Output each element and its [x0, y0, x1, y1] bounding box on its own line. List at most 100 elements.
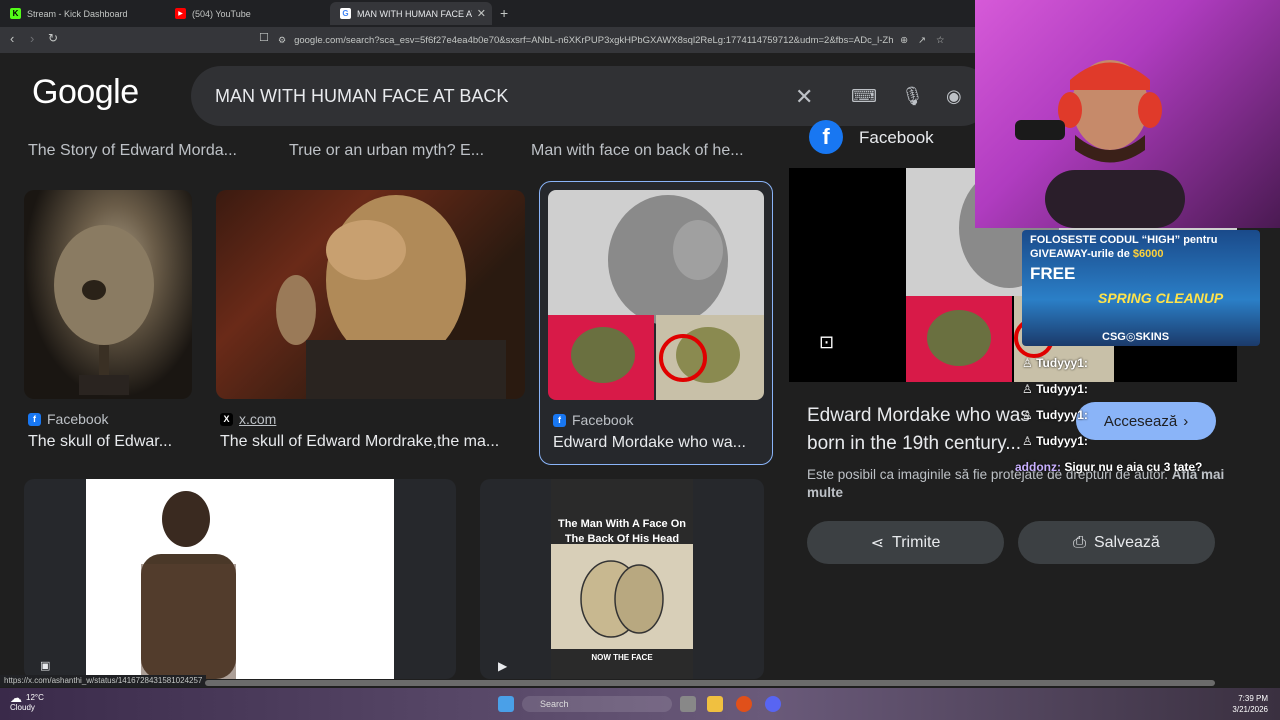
- source-label: Facebook: [47, 411, 109, 427]
- chat-line: ♙ Tudyyy1:: [1022, 408, 1088, 422]
- cartoon-head-illustration: [580, 560, 664, 638]
- file-explorer-icon[interactable]: [707, 696, 723, 712]
- figure-illustration: [276, 195, 506, 399]
- bookmark-icon[interactable]: ☐: [259, 31, 269, 44]
- result-caption[interactable]: The Story of Edward Morda...: [28, 142, 237, 160]
- close-tab-icon[interactable]: ✕: [477, 7, 486, 20]
- star-icon[interactable]: ☆: [936, 35, 945, 46]
- user-icon: ♙: [1022, 382, 1037, 396]
- user-icon: ♙: [1022, 408, 1037, 422]
- x-icon: X: [220, 412, 233, 426]
- result-source: f Facebook: [553, 412, 633, 428]
- chat-user: Tudyyy1:: [1036, 434, 1088, 448]
- start-icon[interactable]: [498, 696, 514, 712]
- share-button[interactable]: ⋖ Trimite: [807, 521, 1004, 564]
- facebook-icon: f: [553, 413, 566, 427]
- visit-button[interactable]: Accesează ›: [1076, 402, 1216, 440]
- address-bar[interactable]: ⚙ google.com/search?sca_esv=5f6f27e4ea4b…: [278, 30, 978, 50]
- user-icon: ♙: [1022, 434, 1037, 448]
- streamer-illustration: [1015, 60, 1185, 228]
- chat-text: Sigur nu e aia cu 3 tate?: [1064, 460, 1203, 474]
- result-source: f Facebook: [28, 411, 108, 427]
- search-input[interactable]: MAN WITH HUMAN FACE AT BACK: [215, 86, 508, 107]
- skull-illustration: [54, 225, 154, 395]
- tab-youtube[interactable]: ▶ (504) YouTube: [165, 2, 330, 25]
- tab-bar: K Stream - Kick Dashboard ▶ (504) YouTub…: [0, 0, 980, 27]
- result-title[interactable]: Edward Mordake who wa...: [553, 434, 746, 452]
- facebook-icon[interactable]: f: [809, 120, 843, 154]
- camera-search-icon[interactable]: ◉: [946, 86, 962, 107]
- visit-label: Accesează: [1103, 412, 1178, 430]
- brave-icon[interactable]: [736, 696, 752, 712]
- sponsor-banner: FOLOSESTE CODUL “HIGH” pentru GIVEAWAY-u…: [1022, 230, 1260, 346]
- reload-icon[interactable]: ↻: [48, 31, 58, 45]
- taskbar-search[interactable]: Search: [522, 696, 672, 712]
- google-logo[interactable]: Google: [32, 73, 139, 112]
- windows-taskbar: ☁ 12°C Cloudy Search 7:39 PM 3/21/2026: [0, 688, 1280, 720]
- clock-time: 7:39 PM: [1238, 694, 1268, 703]
- panel-title[interactable]: Edward Mordake who was born in the 19th …: [807, 402, 1057, 458]
- image-result-selected[interactable]: f Facebook Edward Mordake who wa...: [539, 181, 773, 465]
- clear-search-icon[interactable]: ✕: [795, 84, 813, 110]
- promo-free: FREE: [1030, 264, 1076, 283]
- microphone-icon[interactable]: 🎙: [901, 86, 924, 107]
- share-icon[interactable]: ↗: [918, 35, 926, 46]
- wax-figure-image: [216, 190, 525, 399]
- play-icon: ▶: [498, 659, 508, 673]
- image-result[interactable]: ▣: [24, 479, 456, 679]
- result-caption[interactable]: Man with face on back of he...: [531, 142, 744, 160]
- share-label: Trimite: [892, 533, 941, 551]
- forward-icon[interactable]: ›: [30, 31, 34, 46]
- chat-user: Tudyyy1:: [1036, 408, 1088, 422]
- source-label: Facebook: [572, 412, 634, 428]
- back-icon[interactable]: ‹: [10, 31, 14, 46]
- kick-icon: K: [10, 8, 21, 19]
- chat-user: addonz:: [1015, 460, 1061, 474]
- chat-line: ♙ Tudyyy1:: [1022, 382, 1088, 396]
- new-tab-button[interactable]: +: [500, 5, 508, 21]
- result-title[interactable]: The skull of Edward Mordrake,the ma...: [220, 433, 499, 451]
- discord-icon[interactable]: [765, 696, 781, 712]
- weather-temp: 12°C: [26, 693, 44, 702]
- image-badge-icon: ▣: [40, 660, 51, 672]
- chat-user: Tudyyy1:: [1036, 382, 1088, 396]
- image-result[interactable]: X x.com The skull of Edward Mordrake,the…: [216, 190, 526, 470]
- weather-widget[interactable]: ☁ 12°C Cloudy: [10, 691, 44, 713]
- result-caption[interactable]: True or an urban myth? E...: [289, 142, 484, 160]
- tab-label: MAN WITH HUMAN FACE AT BA: [357, 8, 472, 19]
- browser-toolbar: ‹ › ↻ ☐ ⚙ google.com/search?sca_esv=5f6f…: [0, 27, 980, 53]
- result-source: X x.com: [220, 411, 276, 427]
- video-subtitle-overlay: NOW THE FACE: [591, 653, 653, 662]
- image-result[interactable]: f Facebook The skull of Edwar...: [24, 190, 194, 470]
- cloud-icon: ☁: [10, 691, 22, 705]
- lens-search-icon[interactable]: ⊡: [819, 332, 834, 353]
- promo-amount: $6000: [1132, 248, 1164, 260]
- clock-date: 3/21/2026: [1232, 705, 1268, 714]
- horizontal-scrollbar[interactable]: [205, 680, 1215, 686]
- search-label: Search: [540, 699, 569, 709]
- tab-label: Stream - Kick Dashboard: [27, 8, 128, 19]
- keyboard-icon[interactable]: ⌨: [851, 86, 877, 107]
- system-clock[interactable]: 7:39 PM 3/21/2026: [1232, 693, 1268, 715]
- panel-source-name[interactable]: Facebook: [859, 128, 934, 148]
- google-icon: G: [340, 8, 351, 19]
- user-icon: ♙: [1022, 356, 1037, 370]
- promo-brand: CSG◎SKINS: [1102, 331, 1170, 343]
- tab-kick-dashboard[interactable]: K Stream - Kick Dashboard: [0, 2, 165, 25]
- tab-google-search[interactable]: G MAN WITH HUMAN FACE AT BA ✕: [330, 2, 492, 25]
- url-text: google.com/search?sca_esv=5f6f27e4ea4b0e…: [294, 34, 895, 46]
- task-view-icon[interactable]: [680, 696, 696, 712]
- result-title[interactable]: The skull of Edwar...: [28, 433, 172, 451]
- chat-user: Tudyyy1:: [1036, 356, 1088, 370]
- promo-spring: SPRING CLEANUP: [1098, 290, 1224, 306]
- chat-line: ♙ Tudyyy1:: [1022, 356, 1088, 370]
- site-info-icon[interactable]: ⚙: [278, 35, 286, 46]
- save-button[interactable]: ⎙ Salvează: [1018, 521, 1215, 564]
- man-illustration: [141, 491, 236, 679]
- bookmark-icon: ⎙: [1073, 533, 1086, 551]
- video-result[interactable]: The Man With A Face On The Back Of His H…: [480, 479, 764, 679]
- zoom-icon[interactable]: ⊕: [900, 35, 908, 46]
- chat-message: addonz: Sigur nu e aia cu 3 tate?: [1015, 460, 1255, 475]
- video-title-overlay: The Man With A Face On The Back Of His H…: [557, 518, 687, 545]
- youtube-icon: ▶: [175, 8, 186, 19]
